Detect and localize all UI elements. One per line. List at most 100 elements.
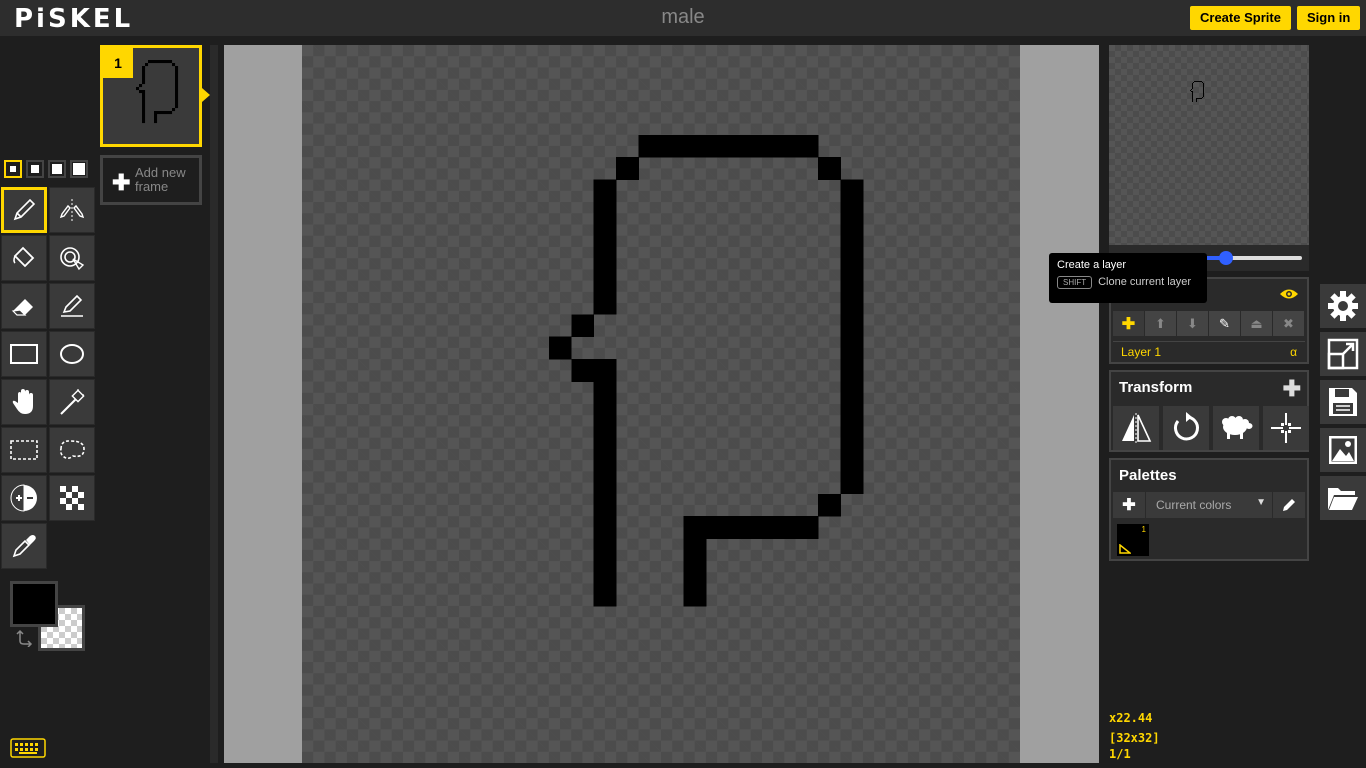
dithering-tool[interactable] (49, 475, 95, 521)
plus-icon: ✚ (1121, 315, 1136, 333)
sprite-pixel (593, 291, 617, 315)
move-layer-down-button[interactable]: ⬇ (1177, 311, 1209, 336)
lasso-select-icon (59, 440, 85, 460)
stroke-tool[interactable] (49, 283, 95, 329)
rectangle-select-icon (10, 440, 38, 460)
drawing-canvas[interactable] (302, 45, 1020, 763)
eraser-tool[interactable] (1, 283, 47, 329)
sprite-pixel (638, 134, 662, 158)
create-sprite-button[interactable]: Create Sprite (1190, 6, 1291, 30)
sprite-pixel (142, 72, 146, 76)
sprite-pixel (1196, 100, 1198, 102)
palette-toolbar: ✚ Current colors ▼ (1113, 492, 1305, 518)
frame-thumbnail[interactable]: 1 (100, 45, 210, 147)
center-button[interactable] (1263, 406, 1309, 450)
sprite-pixel (172, 108, 176, 112)
edit-layer-button[interactable]: ✎ (1209, 311, 1241, 336)
sprite-pixel (1196, 101, 1198, 103)
save-button[interactable] (1320, 380, 1366, 424)
merge-layer-button[interactable]: ⏏ (1241, 311, 1273, 336)
sprite-pixel (1203, 90, 1205, 92)
add-frame-button[interactable]: ✚ Add new frame (100, 155, 202, 205)
sprite-pixel (1190, 90, 1192, 92)
sprite-pixel (593, 471, 617, 495)
sprite-pixel (1198, 81, 1200, 83)
palette-select-value: Current colors (1156, 498, 1232, 512)
rectangle-select-tool[interactable] (1, 427, 47, 473)
layer-opacity-button[interactable]: α (1290, 345, 1297, 359)
move-layer-up-button[interactable]: ⬆ (1145, 311, 1177, 336)
settings-button[interactable] (1320, 284, 1366, 328)
sprite-pixel (1192, 87, 1194, 89)
fps-slider-knob[interactable] (1219, 251, 1233, 265)
sprite-pixel (1192, 86, 1194, 88)
flip-button[interactable] (1113, 406, 1159, 450)
lighten-darken-tool[interactable] (1, 475, 47, 521)
sprite-pixel (728, 134, 752, 158)
sprite-pixel (1192, 98, 1194, 100)
sprite-pixel (840, 404, 864, 427)
pen-size-selector (4, 160, 88, 178)
sprite-pixel (593, 583, 617, 607)
palette-swatch[interactable]: 1 (1117, 524, 1149, 556)
palette-select[interactable]: Current colors ▼ (1145, 492, 1273, 518)
sprite-pixel (1192, 92, 1194, 94)
lasso-select-tool[interactable] (49, 427, 95, 473)
pencil-icon (1283, 499, 1295, 511)
sprite-pixel (1203, 94, 1205, 96)
open-button[interactable] (1320, 476, 1366, 520)
sprite-pixel (1200, 98, 1202, 100)
expand-plus-icon[interactable]: ✚ (1283, 376, 1301, 402)
pen-size-2[interactable] (26, 160, 44, 178)
folder-open-icon (1328, 488, 1358, 510)
rotate-button[interactable] (1163, 406, 1209, 450)
sprite-pixel (1192, 88, 1194, 90)
pencil-tool[interactable] (1, 187, 47, 233)
sprite-pixel (1192, 85, 1194, 87)
paint-all-same-color-tool[interactable] (49, 235, 95, 281)
keyboard-shortcuts-icon[interactable] (10, 738, 46, 758)
sprite-pixel (139, 84, 143, 88)
color-selector (10, 581, 90, 653)
shape-select-tool[interactable] (49, 379, 95, 425)
primary-color[interactable] (10, 581, 58, 627)
sprite-title[interactable]: male (0, 6, 1366, 29)
pen-size-1[interactable] (4, 160, 22, 178)
pen-size-4[interactable] (70, 160, 88, 178)
clone-button[interactable] (1213, 406, 1259, 450)
color-picker-tool[interactable] (1, 523, 47, 569)
ellipse-tool[interactable] (49, 331, 95, 377)
palettes-title: Palettes (1119, 467, 1177, 484)
swap-colors-icon[interactable] (16, 629, 34, 647)
mirror-pen-tool[interactable] (49, 187, 95, 233)
sprite-pixel (139, 90, 143, 94)
add-palette-button[interactable]: ✚ (1113, 495, 1145, 515)
edit-palette-button[interactable] (1273, 498, 1305, 512)
sprite-pixel (840, 291, 864, 315)
preview-sprite (1190, 81, 1205, 103)
sprite-pixel (840, 224, 864, 248)
move-tool[interactable] (1, 379, 47, 425)
sprite-pixel (142, 66, 146, 70)
center-icon (1271, 413, 1301, 443)
add-layer-button[interactable]: ✚ (1113, 311, 1145, 336)
paint-bucket-tool[interactable] (1, 235, 47, 281)
sprite-pixel (840, 426, 864, 450)
tooltip-shortcut-row: SHIFT Clone current layer (1057, 276, 1199, 289)
sprite-pixel (1197, 81, 1199, 83)
sprite-pixel (593, 426, 617, 450)
toggle-layer-visibility-icon[interactable] (1279, 288, 1299, 300)
sprite-pixel (169, 60, 173, 64)
sign-in-button[interactable]: Sign in (1297, 6, 1361, 30)
delete-layer-button[interactable]: ✖ (1273, 311, 1305, 336)
animation-preview[interactable] (1109, 45, 1309, 245)
frames-scrollbar[interactable] (210, 45, 218, 763)
resize-button[interactable] (1320, 332, 1366, 376)
sprite-pixel (1192, 101, 1194, 103)
export-button[interactable] (1320, 428, 1366, 472)
sprite-pixel (705, 134, 729, 158)
layer-item[interactable]: Layer 1 α (1113, 341, 1305, 362)
sprite-pixel (160, 60, 164, 64)
pen-size-3[interactable] (48, 160, 66, 178)
rectangle-tool[interactable] (1, 331, 47, 377)
